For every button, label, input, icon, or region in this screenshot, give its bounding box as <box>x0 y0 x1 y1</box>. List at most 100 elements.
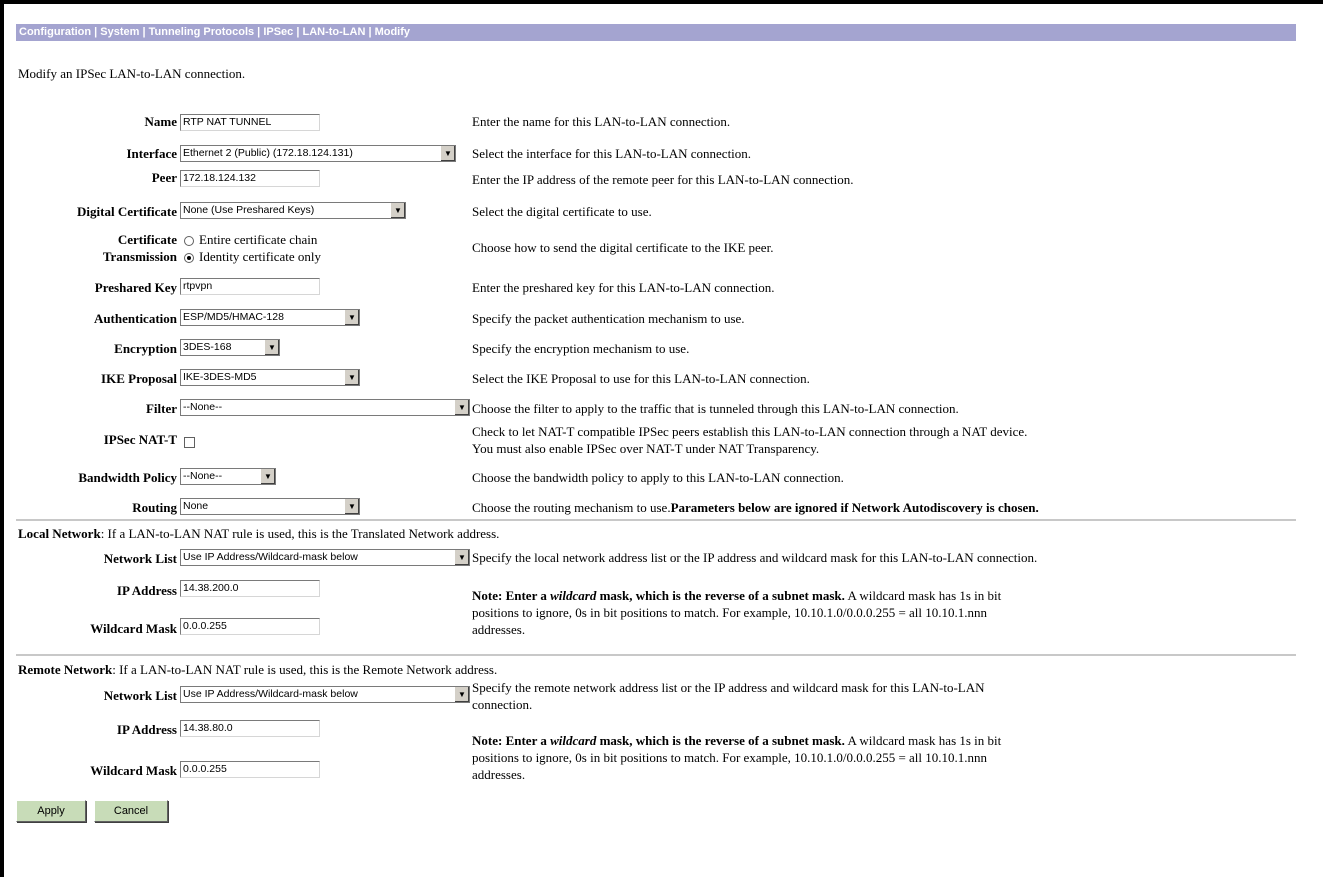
digital-certificate-value: None (Use Preshared Keys) <box>183 204 315 216</box>
preshared-key-input[interactable]: rtpvpn <box>180 278 320 295</box>
filter-select[interactable]: --None-- ▼ <box>180 399 470 416</box>
radio-identity-only-label: Identity certificate only <box>199 249 322 264</box>
local-ip-address-input[interactable]: 14.38.200.0 <box>180 580 320 597</box>
peer-desc: Enter the IP address of the remote peer … <box>472 172 854 187</box>
routing-select[interactable]: None ▼ <box>180 498 360 515</box>
authentication-label: Authentication <box>93 311 177 326</box>
filter-desc: Choose the filter to apply to the traffi… <box>472 401 959 416</box>
chevron-down-icon[interactable]: ▼ <box>344 310 359 325</box>
divider <box>16 654 1296 657</box>
chevron-down-icon[interactable]: ▼ <box>260 469 275 484</box>
local-wildcard-mask-label: Wildcard Mask <box>90 621 177 636</box>
remote-network-list-select[interactable]: Use IP Address/Wildcard-mask below ▼ <box>180 686 470 703</box>
local-network-title: Local Network <box>18 526 101 541</box>
cancel-button[interactable]: Cancel <box>94 800 168 822</box>
digital-certificate-desc: Select the digital certificate to use. <box>472 204 652 219</box>
authentication-desc: Specify the packet authentication mechan… <box>472 311 745 326</box>
bandwidth-policy-select[interactable]: --None-- ▼ <box>180 468 276 485</box>
radio-entire-chain-button[interactable] <box>184 236 194 247</box>
divider <box>16 519 1296 522</box>
chevron-down-icon[interactable]: ▼ <box>264 340 279 355</box>
apply-button[interactable]: Apply <box>16 800 86 822</box>
note-bold: Note: Enter a <box>472 733 551 748</box>
bandwidth-policy-value: --None-- <box>183 470 223 482</box>
chevron-down-icon[interactable]: ▼ <box>344 499 359 514</box>
routing-desc: Choose the routing mechanism to use.Para… <box>472 500 1039 516</box>
radio-entire-chain-label: Entire certificate chain <box>199 232 318 247</box>
chevron-down-icon[interactable]: ▼ <box>454 687 469 702</box>
digital-certificate-select[interactable]: None (Use Preshared Keys) ▼ <box>180 202 406 219</box>
local-ip-address-label: IP Address <box>116 583 177 598</box>
remote-wildcard-mask-input[interactable]: 0.0.0.255 <box>180 761 320 778</box>
ike-proposal-label: IKE Proposal <box>101 371 177 386</box>
digital-certificate-label: Digital Certificate <box>77 204 177 219</box>
peer-input[interactable]: 172.18.124.132 <box>180 170 320 187</box>
remote-network-heading: Remote Network: If a LAN-to-LAN NAT rule… <box>18 662 497 678</box>
certificate-transmission-desc: Choose how to send the digital certifica… <box>472 240 774 255</box>
interface-select[interactable]: Ethernet 2 (Public) (172.18.124.131) ▼ <box>180 145 456 162</box>
chevron-down-icon[interactable]: ▼ <box>440 146 455 161</box>
filter-value: --None-- <box>183 401 223 413</box>
local-note-line-1: Note: Enter a wildcard mask, which is th… <box>472 588 1001 604</box>
ike-proposal-select[interactable]: IKE-3DES-MD5 ▼ <box>180 369 360 386</box>
ike-proposal-value: IKE-3DES-MD5 <box>183 371 257 383</box>
breadcrumb: Configuration | System | Tunneling Proto… <box>16 24 1296 41</box>
bandwidth-policy-desc: Choose the bandwidth policy to apply to … <box>472 470 844 485</box>
chevron-down-icon[interactable]: ▼ <box>390 203 405 218</box>
local-network-list-label: Network List <box>103 551 177 566</box>
remote-network-list-desc-1: Specify the remote network address list … <box>472 680 985 695</box>
note-bold-2: mask, which is the reverse of a subnet m… <box>596 733 845 748</box>
ipsec-natt-desc-2: You must also enable IPSec over NAT-T un… <box>472 441 820 456</box>
local-network-list-select[interactable]: Use IP Address/Wildcard-mask below ▼ <box>180 549 470 566</box>
window-top-border <box>0 0 1323 4</box>
certificate-transmission-label-1: Certificate <box>117 232 177 247</box>
authentication-select[interactable]: ESP/MD5/HMAC-128 ▼ <box>180 309 360 326</box>
note-italic: wildcard <box>550 733 597 748</box>
chevron-down-icon[interactable]: ▼ <box>344 370 359 385</box>
name-desc: Enter the name for this LAN-to-LAN conne… <box>472 114 731 129</box>
name-input[interactable]: RTP NAT TUNNEL <box>180 114 320 131</box>
filter-label: Filter <box>145 401 177 416</box>
interface-desc: Select the interface for this LAN-to-LAN… <box>472 146 752 161</box>
local-network-list-value: Use IP Address/Wildcard-mask below <box>183 551 358 563</box>
checkbox-box[interactable] <box>184 436 195 448</box>
ipsec-natt-desc-1: Check to let NAT-T compatible IPSec peer… <box>472 424 1028 439</box>
remote-network-list-value: Use IP Address/Wildcard-mask below <box>183 688 358 700</box>
radio-identity-only-button[interactable] <box>184 253 194 264</box>
radio-entire-chain[interactable]: Entire certificate chain <box>184 232 317 248</box>
routing-desc-text: Choose the routing mechanism to use. <box>472 500 671 515</box>
encryption-select[interactable]: 3DES-168 ▼ <box>180 339 280 356</box>
peer-label: Peer <box>151 170 177 185</box>
local-note-line-3: addresses. <box>472 622 526 637</box>
remote-wildcard-mask-label: Wildcard Mask <box>90 763 177 778</box>
local-network-list-desc: Specify the local network address list o… <box>472 550 1038 565</box>
note-bold: Note: Enter a <box>472 588 551 603</box>
remote-ip-address-label: IP Address <box>116 722 177 737</box>
local-network-heading: Local Network: If a LAN-to-LAN NAT rule … <box>18 526 499 542</box>
preshared-key-desc: Enter the preshared key for this LAN-to-… <box>472 280 775 295</box>
authentication-value: ESP/MD5/HMAC-128 <box>183 311 284 323</box>
interface-label: Interface <box>126 146 177 161</box>
note-text: A wildcard mask has 1s in bit <box>844 733 1002 748</box>
radio-identity-only[interactable]: Identity certificate only <box>184 249 321 265</box>
encryption-desc: Specify the encryption mechanism to use. <box>472 341 690 356</box>
certificate-transmission-label-2: Transmission <box>102 249 177 264</box>
note-italic: wildcard <box>550 588 597 603</box>
encryption-value: 3DES-168 <box>183 341 232 353</box>
ipsec-natt-checkbox[interactable] <box>184 433 195 449</box>
routing-value: None <box>183 500 209 512</box>
ike-proposal-desc: Select the IKE Proposal to use for this … <box>472 371 810 386</box>
name-label: Name <box>144 114 178 129</box>
chevron-down-icon[interactable]: ▼ <box>454 400 469 415</box>
remote-note-line-2: positions to ignore, 0s in bit positions… <box>472 750 988 765</box>
note-text: A wildcard mask has 1s in bit <box>844 588 1002 603</box>
routing-desc-warning: Parameters below are ignored if Network … <box>670 500 1039 515</box>
local-wildcard-mask-input[interactable]: 0.0.0.255 <box>180 618 320 635</box>
remote-network-title: Remote Network <box>18 662 113 677</box>
remote-ip-address-input[interactable]: 14.38.80.0 <box>180 720 320 737</box>
chevron-down-icon[interactable]: ▼ <box>454 550 469 565</box>
encryption-label: Encryption <box>114 341 177 356</box>
remote-note-line-1: Note: Enter a wildcard mask, which is th… <box>472 733 1001 749</box>
page-intro: Modify an IPSec LAN-to-LAN connection. <box>18 66 246 81</box>
local-note-line-2: positions to ignore, 0s in bit positions… <box>472 605 988 620</box>
